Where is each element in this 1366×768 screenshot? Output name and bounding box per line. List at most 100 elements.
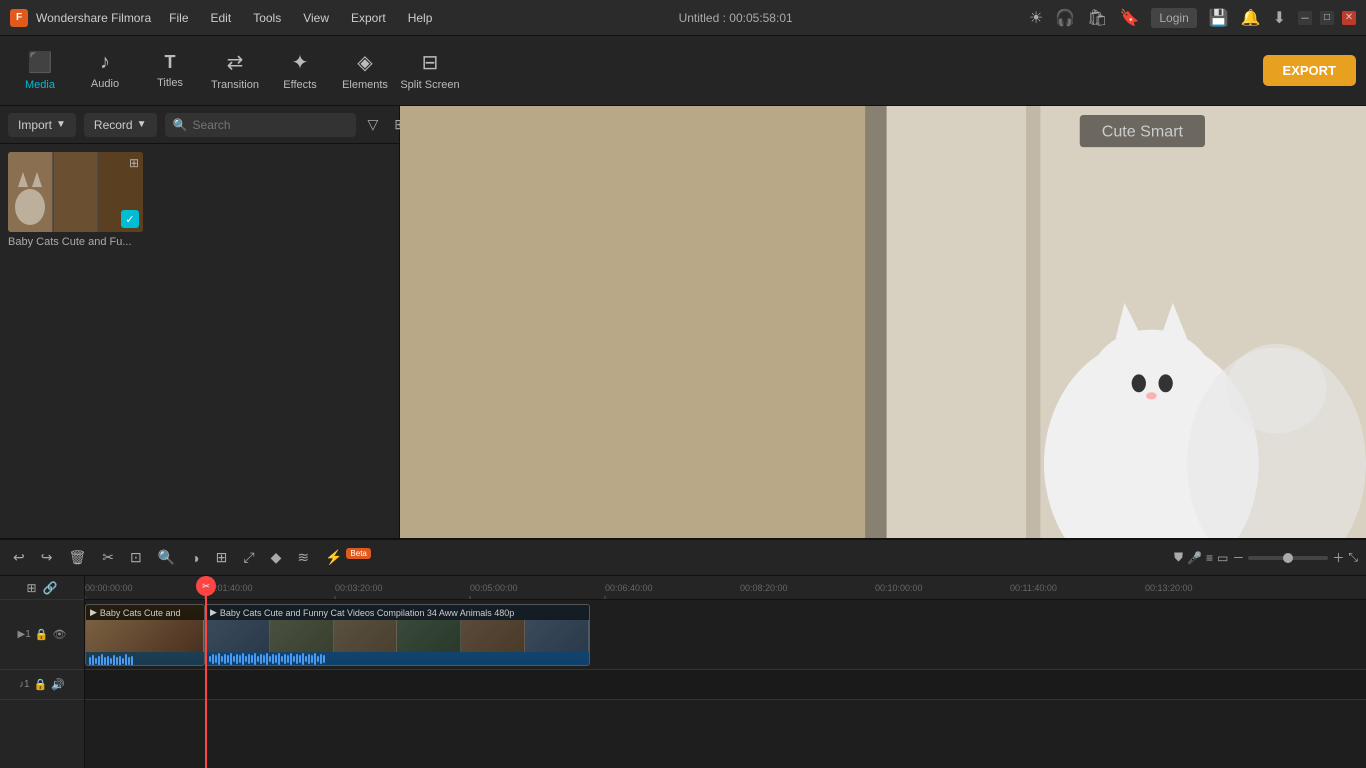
keyframe-icon[interactable]: ◆ <box>266 546 287 569</box>
preview-panel: Cute Smart ⏮ ⏪ ▶ ⏹ 1/2 ▼ ⛶ 📷 🔊 <box>400 106 1366 538</box>
import-button[interactable]: Import ▼ <box>8 113 76 137</box>
notification-icon[interactable]: 🔔 <box>1241 8 1261 28</box>
cut-icon[interactable]: ✂ <box>97 546 119 569</box>
elements-icon: ◈ <box>357 50 372 75</box>
toolbar-media[interactable]: ⬛ Media <box>10 41 70 101</box>
titles-icon: T <box>165 52 176 73</box>
toolbar-splitscreen[interactable]: ⊟ Split Screen <box>400 41 460 101</box>
login-button[interactable]: Login <box>1151 8 1196 28</box>
undo-icon[interactable]: ↩ <box>8 546 30 569</box>
media-panel: Import ▼ Record ▼ 🔍 ▽ ⊞ <box>0 106 400 538</box>
download-icon[interactable]: ⬇ <box>1273 8 1286 28</box>
eye-icon[interactable]: 👁 <box>53 628 67 641</box>
toolbar-transition-label: Transition <box>211 79 259 91</box>
zoom-slider[interactable] <box>1248 556 1328 560</box>
clip-1-frames <box>86 620 204 652</box>
transition-icon: ⇄ <box>227 50 244 75</box>
brightness-icon[interactable]: ☀ <box>1029 8 1043 28</box>
app-logo: F <box>10 9 28 27</box>
clip-2-waveform <box>206 652 589 666</box>
audio-track-number: ♪1 <box>19 679 30 690</box>
subtitle-icon[interactable]: ≡ <box>1206 551 1213 565</box>
toolbar-titles[interactable]: T Titles <box>140 41 200 101</box>
bookmark-icon[interactable]: 🔖 <box>1119 8 1139 28</box>
svg-text:Cute Smart: Cute Smart <box>1102 122 1184 140</box>
timeline-toolbar: ↩ ↪ 🗑 ✂ ⊡ 🔍 ◑ ⊞ ⤢ ◆ ≋ ⚡ Beta ⛊ 🎤 ≡ ▭ － ＋… <box>0 540 1366 576</box>
media-icon: ⬛ <box>28 50 53 75</box>
headphone-icon[interactable]: 🎧 <box>1055 8 1075 28</box>
audio-icon: ♪ <box>100 51 110 74</box>
voice-icon[interactable]: 🎤 <box>1187 551 1202 565</box>
crop-icon[interactable]: ⊡ <box>125 546 147 569</box>
color-icon[interactable]: ◑ <box>186 547 204 569</box>
audio-volume-icon[interactable]: 🔊 <box>51 678 65 691</box>
expand-icon[interactable]: ⤡ <box>1348 550 1358 565</box>
gift-icon[interactable]: 🛍 <box>1087 8 1107 28</box>
import-arrow-icon: ▼ <box>56 119 66 130</box>
toolbar-audio-label: Audio <box>91 78 119 90</box>
panel-controls: Import ▼ Record ▼ 🔍 ▽ ⊞ <box>0 106 399 144</box>
record-button[interactable]: Record ▼ <box>84 113 157 137</box>
main-area: Import ▼ Record ▼ 🔍 ▽ ⊞ <box>0 106 1366 538</box>
maximize-button[interactable]: □ <box>1320 11 1334 25</box>
timeline-top-controls: ⊞ 🔗 <box>0 576 84 600</box>
titlebar-left: F Wondershare Filmora File Edit Tools Vi… <box>10 7 442 29</box>
menu-view[interactable]: View <box>293 7 339 29</box>
app-name: Wondershare Filmora <box>36 11 151 25</box>
menu-file[interactable]: File <box>159 7 198 29</box>
export-button[interactable]: EXPORT <box>1263 55 1356 86</box>
zoom-out-icon[interactable]: － <box>1232 549 1244 566</box>
video-track-header: ▶1 🔒 👁 <box>0 600 84 670</box>
snap-icon[interactable]: ⊞ <box>26 581 36 595</box>
audio-lock-icon[interactable]: 🔒 <box>34 678 48 691</box>
toolbar-splitscreen-label: Split Screen <box>400 79 459 91</box>
toolbar-effects[interactable]: ✦ Effects <box>270 41 330 101</box>
ruler-ticks <box>85 576 1366 599</box>
lock-icon[interactable]: 🔒 <box>35 628 49 641</box>
resize-icon[interactable]: ⤢ <box>238 546 259 569</box>
search-wrap: 🔍 <box>165 113 356 137</box>
minimize-button[interactable]: － <box>1298 11 1312 25</box>
video-track-lane: ▶ Baby Cats Cute and ▶ Baby Cats Cute an… <box>85 600 1366 670</box>
splitscreen-icon: ⊟ <box>422 50 439 75</box>
menu-export[interactable]: Export <box>341 7 396 29</box>
clip-1-play-icon: ▶ <box>90 607 97 618</box>
zoom-in-icon[interactable]: ＋ <box>1332 549 1344 566</box>
zoom-clip-icon[interactable]: 🔍 <box>153 546 180 569</box>
main-toolbar: ⬛ Media ♪ Audio T Titles ⇄ Transition ✦ … <box>0 36 1366 106</box>
toolbar-transition[interactable]: ⇄ Transition <box>205 41 265 101</box>
titlebar-right: ☀ 🎧 🛍 🔖 Login 💾 🔔 ⬇ － □ ✕ <box>1029 8 1356 28</box>
effects-icon: ✦ <box>292 50 309 75</box>
clip-1-waveform <box>86 652 204 666</box>
video-clip-2[interactable]: ▶ Baby Cats Cute and Funny Cat Videos Co… <box>205 604 590 666</box>
transform-icon[interactable]: ⊞ <box>211 546 233 569</box>
menu-help[interactable]: Help <box>398 7 443 29</box>
menu-edit[interactable]: Edit <box>201 7 242 29</box>
clip-1-header: ▶ Baby Cats Cute and <box>86 605 204 620</box>
titlebar: F Wondershare Filmora File Edit Tools Vi… <box>0 0 1366 36</box>
shield-icon[interactable]: ⛊ <box>1174 550 1183 565</box>
search-input[interactable] <box>165 113 356 137</box>
video-clip-1[interactable]: ▶ Baby Cats Cute and <box>85 604 205 666</box>
link-icon[interactable]: 🔗 <box>43 581 58 595</box>
delete-icon[interactable]: 🗑 <box>63 546 91 569</box>
media-check-mark: ✓ <box>121 210 139 228</box>
audio-adjust-icon[interactable]: ≋ <box>292 546 314 569</box>
timeline-ruler: 00:00:00:00 00:01:40:00 00:03:20:00 00:0… <box>85 576 1366 600</box>
filter-icon[interactable]: ▽ <box>364 112 383 137</box>
ai-icon[interactable]: ⚡ Beta <box>320 546 376 569</box>
menu-bar: File Edit Tools View Export Help <box>159 7 442 29</box>
clip-2-label: Baby Cats Cute and Funny Cat Videos Comp… <box>220 608 514 618</box>
save-icon[interactable]: 💾 <box>1209 8 1229 28</box>
toolbar-audio[interactable]: ♪ Audio <box>75 41 135 101</box>
clip-frame <box>270 620 334 652</box>
menu-tools[interactable]: Tools <box>243 7 291 29</box>
timeline-section: ↩ ↪ 🗑 ✂ ⊡ 🔍 ◑ ⊞ ⤢ ◆ ≋ ⚡ Beta ⛊ 🎤 ≡ ▭ － ＋… <box>0 538 1366 768</box>
toolbar-elements[interactable]: ◈ Elements <box>335 41 395 101</box>
search-icon: 🔍 <box>173 118 188 132</box>
media-item[interactable]: ⊞ ✓ Baby Cats Cute and Fu... <box>8 152 143 248</box>
timeline-main: ⊞ 🔗 ▶1 🔒 👁 ♪1 🔒 🔊 00:00:00:00 <box>0 576 1366 768</box>
close-button[interactable]: ✕ <box>1342 11 1356 25</box>
caption-icon[interactable]: ▭ <box>1217 551 1228 565</box>
redo-icon[interactable]: ↪ <box>36 546 58 569</box>
